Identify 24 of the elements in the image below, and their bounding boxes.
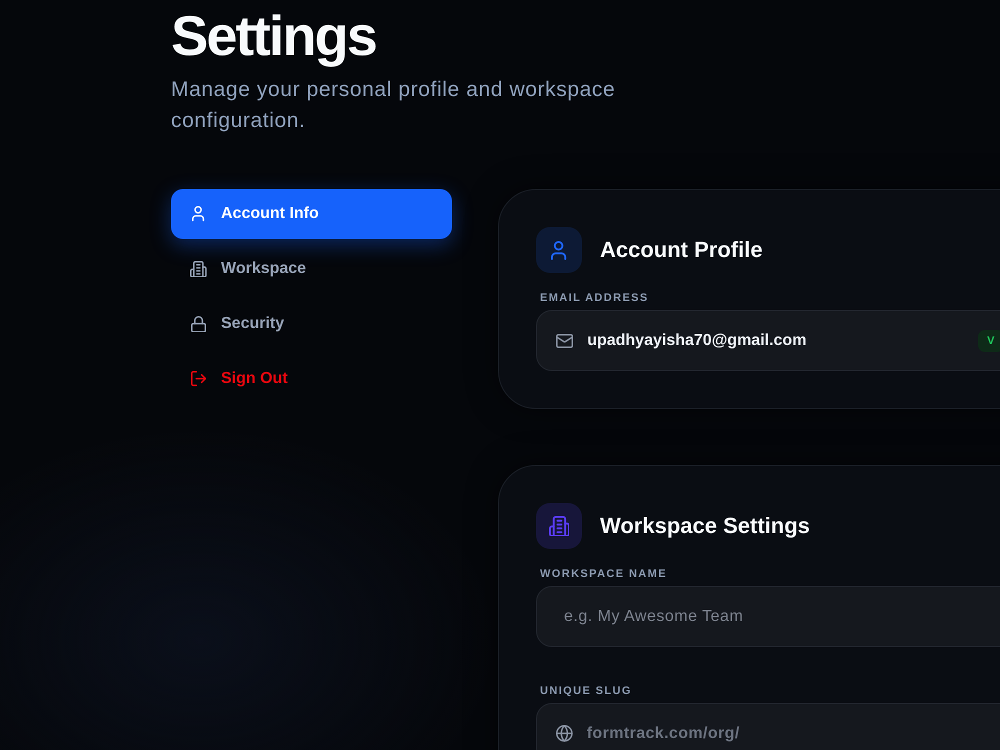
url-field[interactable]: formtrack.com/org/ <box>536 703 1000 750</box>
building-icon <box>536 503 582 549</box>
page-subtitle: Manage your personal profile and workspace configuration. <box>171 77 616 134</box>
url-prefix: formtrack.com/org/ <box>586 724 740 742</box>
card-title: Account Profile <box>600 236 763 264</box>
globe-icon <box>556 725 573 742</box>
nav-item[interactable]: Security <box>171 299 452 349</box>
card-title: Workspace Settings <box>600 512 810 540</box>
building-icon <box>190 260 207 278</box>
nav-item[interactable]: Workspace <box>171 244 452 294</box>
nav-item[interactable]: Sign Out <box>171 354 452 404</box>
status-badge: V <box>978 330 1000 352</box>
mail-icon <box>556 334 574 348</box>
field-label: UNIQUE SLUG <box>540 684 632 698</box>
lock-icon <box>190 316 206 332</box>
nav-item[interactable]: Account Info <box>171 189 452 239</box>
user-icon <box>192 206 205 222</box>
field-label: WORKSPACE NAME <box>540 567 667 581</box>
field-label: EMAIL ADDRESS <box>540 291 649 305</box>
user-icon <box>536 227 582 273</box>
email-text: upadhyayisha70@gmail.com <box>587 332 806 350</box>
sign-out-icon <box>190 371 206 387</box>
page-title: Settings <box>171 4 377 68</box>
text-input-field[interactable]: e.g. My Awesome Team <box>536 586 1000 647</box>
